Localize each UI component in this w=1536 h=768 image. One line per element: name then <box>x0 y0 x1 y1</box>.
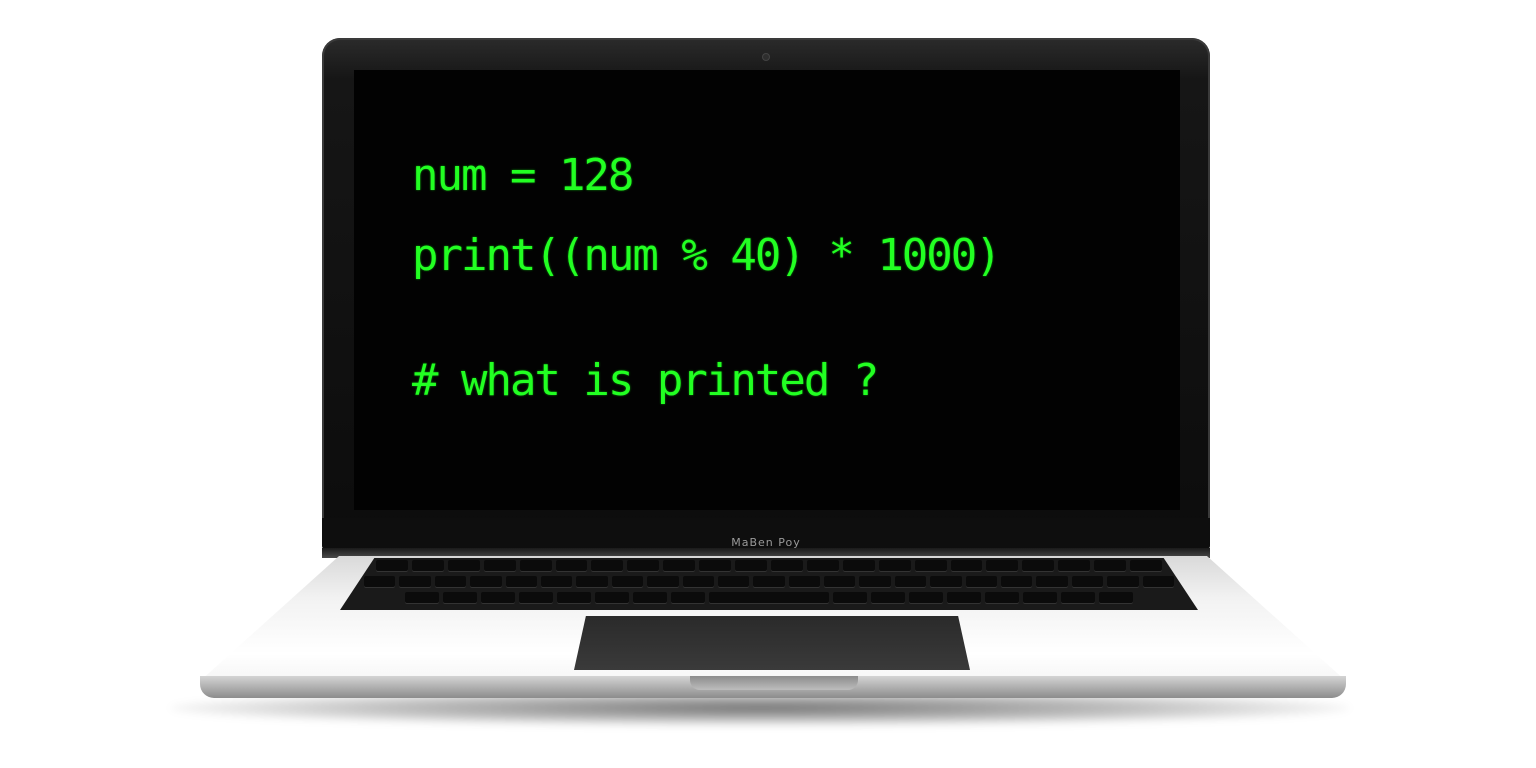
keyboard <box>340 558 1198 610</box>
laptop-screen: num = 128 print((num % 40) * 1000) # wha… <box>354 70 1180 510</box>
key-row <box>340 560 1198 572</box>
laptop-scene: num = 128 print((num % 40) * 1000) # wha… <box>0 0 1536 768</box>
laptop-lid: num = 128 print((num % 40) * 1000) # wha… <box>322 38 1210 551</box>
code-line: num = 128 <box>412 150 634 201</box>
camera-icon <box>763 54 769 60</box>
code-comment: # what is printed ? <box>412 355 879 406</box>
lid-notch <box>690 676 858 690</box>
key-row <box>340 576 1198 588</box>
trackpad <box>574 616 970 670</box>
key-row <box>340 592 1198 604</box>
code-line: print((num % 40) * 1000) <box>412 230 1002 281</box>
